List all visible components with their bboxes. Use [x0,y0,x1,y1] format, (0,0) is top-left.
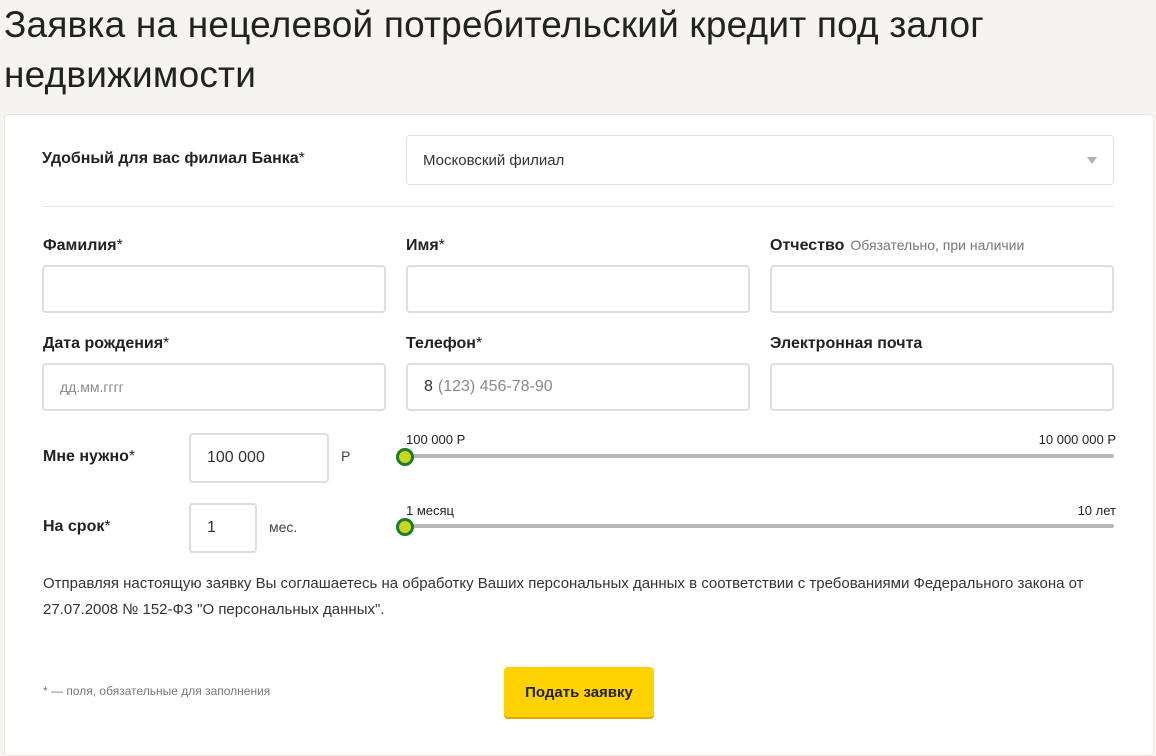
email-label: Электронная почта [770,335,923,352]
application-form: Удобный для вас филиал Банка* Московский… [4,114,1154,756]
birthdate-input[interactable] [60,379,368,395]
phone-input[interactable] [437,378,732,396]
phone-field[interactable]: 8 [406,363,750,411]
surname-input[interactable] [60,280,368,298]
email-field[interactable] [770,363,1114,411]
term-input[interactable] [207,519,239,537]
surname-field[interactable] [42,265,386,313]
required-fields-note: * — поля, обязательные для заполнения [43,684,271,698]
patronymic-label: Отчество Обязательно, при наличии [770,237,1025,254]
branch-select[interactable]: Московский филиал [406,135,1114,185]
name-label: Имя* [406,237,445,254]
term-slider-max-label: 10 лет [1077,503,1116,518]
amount-unit: Р [341,448,351,464]
phone-label: Телефон* [406,335,483,352]
term-slider-track[interactable] [406,524,1114,528]
email-input[interactable] [788,378,1096,396]
phone-prefix: 8 [424,378,433,395]
term-slider-thumb[interactable] [396,518,414,536]
amount-slider-thumb[interactable] [396,448,414,466]
amount-slider-min-label: 100 000 Р [406,432,466,447]
divider [42,206,1114,207]
name-field[interactable] [406,265,750,313]
amount-slider-track[interactable] [406,454,1114,458]
patronymic-field[interactable] [770,265,1114,313]
branch-label: Удобный для вас филиал Банка* [42,150,305,167]
amount-slider-max-label: 10 000 000 Р [1038,432,1116,447]
term-unit: мес. [269,519,298,535]
page-title: Заявка на нецелевой потребительский кред… [4,4,984,95]
amount-input[interactable] [207,449,311,467]
submit-button[interactable]: Подать заявку [504,667,654,717]
amount-field[interactable] [189,433,329,483]
term-slider-min-label: 1 месяц [406,503,454,518]
term-label: На срок* [43,518,111,535]
surname-label: Фамилия* [43,237,123,254]
chevron-down-icon[interactable] [1087,156,1097,164]
patronymic-hint: Обязательно, при наличии [850,237,1025,253]
birthdate-field[interactable] [42,363,386,411]
amount-label: Мне нужно* [43,448,136,465]
birthdate-label: Дата рождения* [43,335,170,352]
name-input[interactable] [424,280,732,298]
term-field[interactable] [189,503,257,553]
patronymic-input[interactable] [788,280,1096,298]
branch-select-value: Московский филиал [423,151,565,169]
consent-text: Отправляя настоящую заявку Вы соглашаете… [43,575,1084,618]
